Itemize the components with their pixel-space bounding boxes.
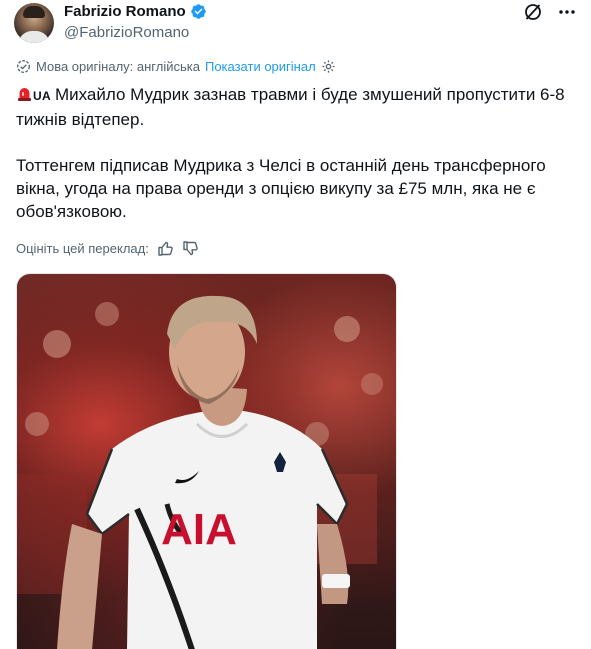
flag-code: UA [33,89,51,103]
translation-bar: Мова оригіналу: англійська Показати ориг… [16,59,336,74]
player-illustration: AIA [17,295,383,649]
rate-translation-row: Оцініть цей переклад: [16,240,199,257]
thumbs-down-icon[interactable] [182,240,199,257]
more-options-icon[interactable] [557,2,577,22]
gear-icon[interactable] [321,59,336,74]
tweet-paragraph-1: UA Михайло Мудрик зазнав травми і буде зм… [16,83,576,131]
avatar-shirt [18,31,50,43]
siren-icon [16,85,33,102]
header-actions [523,2,577,22]
show-original-link[interactable]: Показати оригінал [205,59,316,74]
tweet-media-photo[interactable]: AIA [16,273,397,649]
tweet-card: Fabrizio Romano @FabrizioRomano Мова ори… [0,0,591,649]
tweet-line-1: Михайло Мудрик зазнав травми і буде змуш… [16,85,565,129]
rate-prompt: Оцініть цей переклад: [16,241,149,256]
verified-badge-icon [190,3,207,20]
avatar[interactable] [14,3,54,43]
display-name[interactable]: Fabrizio Romano [64,3,186,20]
translate-icon [16,59,31,74]
avatar-hair [23,6,45,18]
author-handle[interactable]: @FabrizioRomano [64,24,189,41]
tweet-body: UA Михайло Мудрик зазнав травми і буде зм… [16,83,576,223]
shirt-sponsor-text: AIA [161,505,237,554]
thumbs-up-icon[interactable] [157,240,174,257]
tweet-paragraph-2: Тоттенгем підписав Мудрика з Челсі в ост… [16,156,546,221]
original-language-label: Мова оригіналу: англійська [36,59,200,74]
grok-icon[interactable] [523,2,543,22]
author-name-row: Fabrizio Romano [64,3,207,20]
